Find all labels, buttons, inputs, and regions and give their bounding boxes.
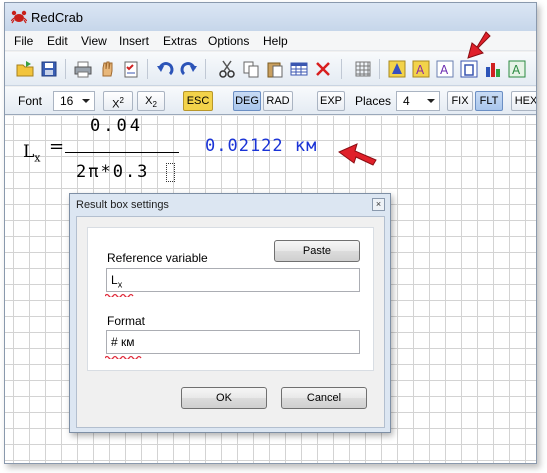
deg-button[interactable]: DEG bbox=[233, 91, 261, 111]
superscript-button[interactable]: X2 bbox=[103, 91, 133, 111]
chart-b-icon[interactable]: A bbox=[411, 59, 431, 79]
esc-button[interactable]: ESC bbox=[183, 91, 213, 111]
open-icon[interactable] bbox=[15, 59, 35, 79]
spellcheck-underline bbox=[105, 355, 142, 359]
redo-icon[interactable] bbox=[179, 59, 199, 79]
result-box[interactable]: 0.02122 км bbox=[205, 136, 317, 156]
reference-var-subscript: x bbox=[117, 279, 123, 290]
menu-edit[interactable]: Edit bbox=[47, 34, 68, 48]
rad-button[interactable]: RAD bbox=[263, 91, 293, 111]
menu-insert[interactable]: Insert bbox=[119, 34, 149, 48]
app-window: RedCrab File Edit View Insert Extras Opt… bbox=[4, 2, 537, 464]
reference-var-name: L bbox=[111, 273, 118, 287]
title-bar: RedCrab bbox=[5, 3, 536, 31]
menu-extras[interactable]: Extras bbox=[163, 34, 197, 48]
cut-icon[interactable] bbox=[217, 59, 237, 79]
equals-sign: = bbox=[49, 136, 65, 157]
variable-subscript: x bbox=[34, 151, 41, 165]
ok-button[interactable]: OK bbox=[181, 387, 267, 409]
variable-name: L bbox=[23, 142, 35, 162]
toolbar-separator bbox=[205, 59, 206, 79]
toolbar-separator bbox=[379, 59, 380, 79]
places-value: 4 bbox=[403, 94, 410, 108]
copy-icon[interactable] bbox=[241, 59, 261, 79]
red-arrow-icon bbox=[338, 143, 377, 166]
fraction-numerator[interactable]: 0.04 bbox=[90, 116, 143, 136]
dialog-body: Paste Reference variable Lx Format # км … bbox=[76, 216, 385, 428]
spreadsheet-icon[interactable]: A bbox=[507, 59, 527, 79]
toolbar-separator bbox=[341, 59, 342, 79]
dialog-title: Result box settings bbox=[76, 199, 169, 211]
fraction-bar bbox=[65, 152, 179, 153]
menu-file[interactable]: File bbox=[14, 34, 33, 48]
fix-button[interactable]: FIX bbox=[447, 91, 473, 111]
fraction-denominator[interactable]: 2π*0.3 bbox=[76, 162, 149, 182]
chevron-down-icon bbox=[427, 99, 435, 103]
menu-view[interactable]: View bbox=[81, 34, 107, 48]
paste-icon[interactable] bbox=[265, 59, 285, 79]
toolbar-separator bbox=[147, 59, 148, 79]
settings-group: Paste Reference variable Lx Format # км bbox=[87, 227, 374, 371]
paste-button[interactable]: Paste bbox=[274, 240, 360, 262]
hex-button[interactable]: HEX bbox=[511, 91, 536, 111]
menu-help[interactable]: Help bbox=[263, 34, 288, 48]
result-box-settings-dialog: Result box settings × Paste Reference va… bbox=[69, 193, 391, 433]
format-bar: Font 16 X2 X2 ESC DEG RAD EXP Places 4 F… bbox=[5, 87, 536, 115]
places-label: Places bbox=[355, 94, 392, 108]
places-select[interactable]: 4 bbox=[396, 91, 440, 111]
toolbar-separator bbox=[65, 59, 66, 79]
reference-variable-label: Reference variable bbox=[107, 251, 208, 265]
font-label: Font bbox=[18, 94, 43, 108]
font-size-value: 16 bbox=[60, 94, 74, 108]
svg-text:A: A bbox=[440, 63, 449, 77]
undo-icon[interactable] bbox=[155, 59, 175, 79]
flt-button[interactable]: FLT bbox=[475, 91, 503, 111]
delete-icon[interactable] bbox=[313, 59, 333, 79]
menu-options[interactable]: Options bbox=[208, 34, 249, 48]
table-icon[interactable] bbox=[289, 59, 309, 79]
menu-bar: File Edit View Insert Extras Options Hel… bbox=[5, 31, 536, 51]
input-cursor-box[interactable] bbox=[166, 163, 175, 182]
format-label: Format bbox=[107, 314, 146, 328]
window-title: RedCrab bbox=[31, 10, 84, 25]
font-size-select[interactable]: 16 bbox=[53, 91, 95, 111]
crab-icon bbox=[11, 10, 27, 24]
cancel-button[interactable]: Cancel bbox=[281, 387, 367, 409]
chart-a-icon[interactable] bbox=[387, 59, 407, 79]
superscript-exp: 2 bbox=[119, 96, 124, 105]
hand-icon[interactable] bbox=[97, 59, 117, 79]
subscript-idx: 2 bbox=[152, 100, 157, 110]
save-icon[interactable] bbox=[39, 59, 59, 79]
subscript-button[interactable]: X2 bbox=[137, 91, 165, 111]
bar-chart-icon[interactable] bbox=[483, 59, 503, 79]
reference-variable-input[interactable]: Lx bbox=[106, 268, 360, 292]
red-arrow-icon bbox=[467, 31, 491, 59]
dialog-title-bar: Result box settings × bbox=[70, 194, 390, 216]
exp-button[interactable]: EXP bbox=[317, 91, 345, 111]
svg-text:A: A bbox=[512, 63, 521, 77]
print-icon[interactable] bbox=[73, 59, 93, 79]
format-input[interactable]: # км bbox=[106, 330, 360, 354]
spellcheck-underline bbox=[105, 293, 134, 297]
close-icon[interactable]: × bbox=[372, 198, 385, 211]
result-box-icon[interactable] bbox=[459, 59, 479, 79]
chevron-down-icon bbox=[82, 99, 90, 103]
checklist-icon[interactable] bbox=[121, 59, 141, 79]
chart-c-icon[interactable]: A bbox=[435, 59, 455, 79]
grid-icon[interactable] bbox=[353, 59, 373, 79]
svg-text:A: A bbox=[416, 63, 425, 77]
formula-variable[interactable]: Lx bbox=[23, 142, 41, 164]
toolbar: A A A bbox=[5, 52, 536, 86]
